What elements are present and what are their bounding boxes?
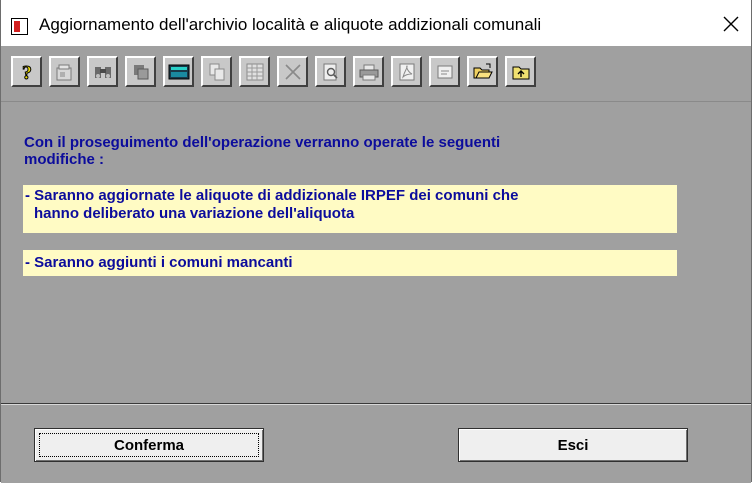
intro-line-2: modifiche :: [24, 151, 105, 168]
toolbar-open-button[interactable]: [467, 56, 498, 87]
title-bar: Aggiornamento dell'archivio località e a…: [1, 0, 751, 46]
intro-line-1: Con il proseguimento dell'operazione ver…: [24, 134, 501, 151]
exit-button[interactable]: Esci: [458, 428, 688, 462]
confirm-button[interactable]: Conferma: [34, 428, 264, 462]
toolbar-search-button[interactable]: [87, 56, 118, 87]
app-icon: [11, 18, 28, 35]
dialog-content: ? Con il proseguimento dell'operazione v…: [1, 46, 751, 483]
intro-text: Con il proseguimento dell'operazione ver…: [24, 134, 664, 168]
toolbar-preview-button[interactable]: [315, 56, 346, 87]
toolbar-print-button[interactable]: [353, 56, 384, 87]
table-icon: [246, 63, 263, 80]
toolbar-pdf-button[interactable]: [391, 56, 422, 87]
grid-select-icon: [133, 64, 148, 79]
toolbar-properties-button[interactable]: [49, 56, 80, 87]
copy-icon: [209, 63, 224, 80]
pdf-icon: [399, 63, 414, 80]
print-icon: [359, 64, 378, 80]
close-button[interactable]: [717, 10, 745, 38]
binoculars-icon: [94, 66, 111, 78]
print-preview-icon: [323, 63, 338, 80]
properties-icon: [56, 64, 71, 80]
note1-line-2: hanno deliberato una variazione dell'ali…: [34, 205, 355, 222]
toolbar-table-button[interactable]: [239, 56, 270, 87]
toolbar-up-folder-button[interactable]: [505, 56, 536, 87]
divider: [1, 403, 751, 405]
toolbar-select-button[interactable]: [125, 56, 156, 87]
toolbar-calculator-button[interactable]: [163, 56, 194, 87]
note1-line-1: - Saranno aggiornate le aliquote di addi…: [25, 187, 519, 204]
toolbar-delete-button[interactable]: [277, 56, 308, 87]
note-add-municipalities: - Saranno aggiunti i comuni mancanti: [23, 250, 677, 276]
toolbar: ?: [11, 56, 536, 90]
up-folder-icon: [512, 66, 529, 79]
window-title: Aggiornamento dell'archivio località e a…: [39, 15, 542, 34]
delete-icon: [284, 63, 301, 80]
dialog-window: Aggiornamento dell'archivio località e a…: [0, 0, 752, 483]
help-icon: ?: [21, 61, 32, 83]
toolbar-note-button[interactable]: [429, 56, 460, 87]
note-icon: [437, 65, 452, 78]
toolbar-copy-button[interactable]: [201, 56, 232, 87]
note-update-rates: - Saranno aggiornate le aliquote di addi…: [23, 185, 677, 233]
svg-text:?: ?: [22, 62, 32, 83]
calculator-icon: [168, 64, 189, 79]
close-icon: [723, 16, 739, 32]
message-panel: Con il proseguimento dell'operazione ver…: [1, 101, 751, 483]
open-folder-icon: [473, 63, 493, 78]
toolbar-help-button[interactable]: ?: [11, 56, 42, 87]
